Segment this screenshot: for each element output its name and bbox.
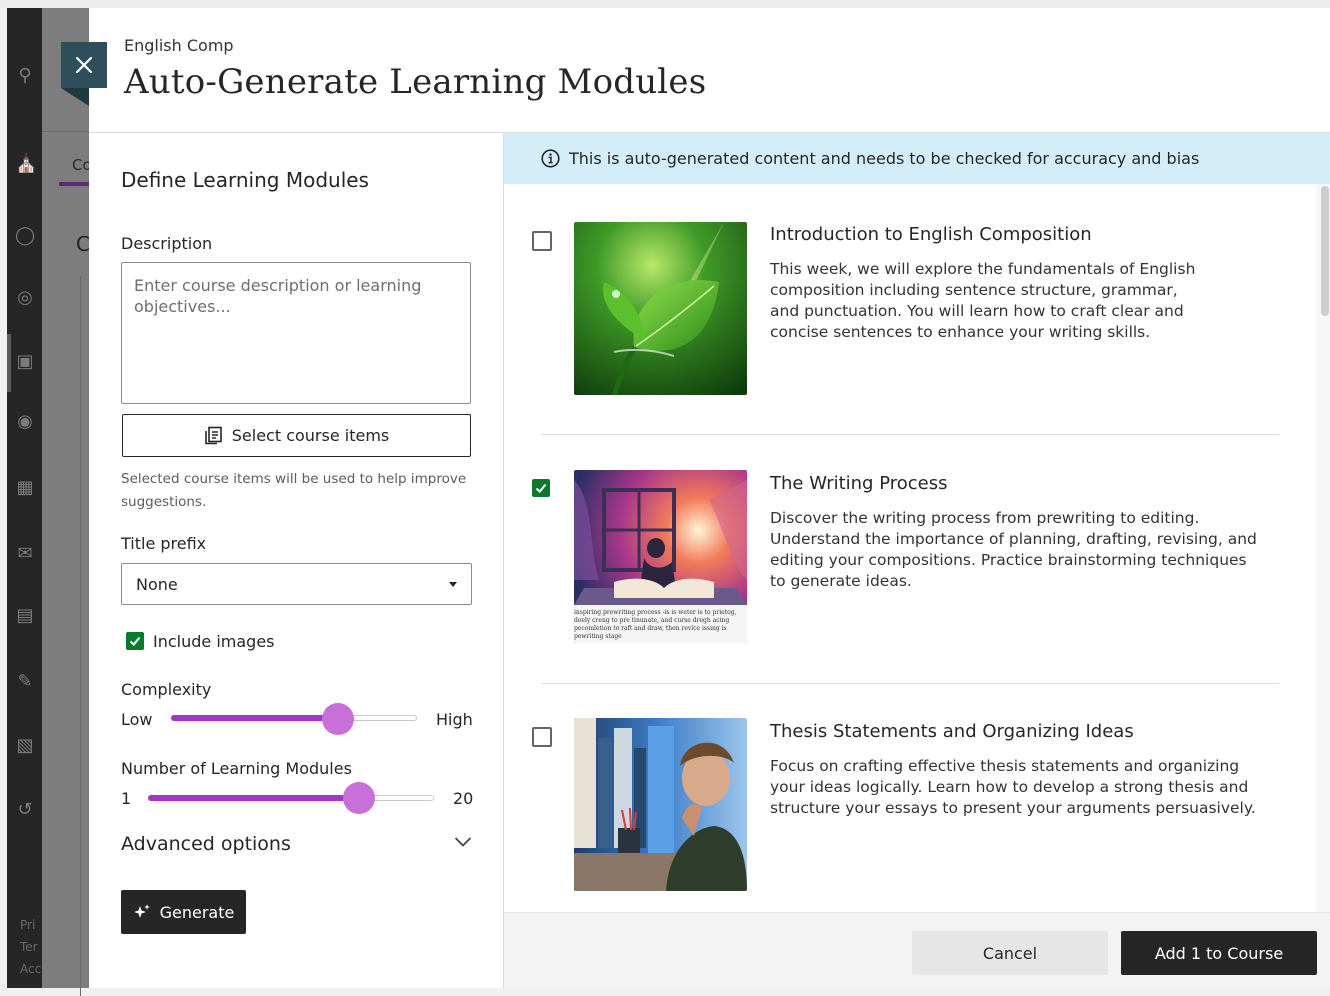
select-items-hint: Selected course items will be used to he…	[121, 471, 467, 510]
footer-link-terms: Ter	[20, 940, 38, 954]
module-3-title: Thesis Statements and Organizing Ideas	[770, 721, 1134, 742]
module-separator	[541, 683, 1279, 684]
title-prefix-select[interactable]: None	[121, 563, 472, 605]
num-modules-slider-fill	[148, 795, 359, 801]
close-button-flag	[61, 88, 89, 106]
module-2-title: The Writing Process	[770, 473, 948, 494]
grades-icon: ▤	[16, 605, 34, 626]
description-input[interactable]	[122, 263, 470, 403]
module-separator	[541, 434, 1279, 435]
cancel-button[interactable]: Cancel	[912, 931, 1108, 975]
info-icon	[541, 149, 560, 168]
select-course-items-label: Select course items	[231, 426, 390, 445]
generate-button[interactable]: Generate	[121, 890, 246, 934]
module-1-description: This week, we will explore the fundament…	[770, 260, 1196, 341]
module-2-description: Discover the writing process from prewri…	[770, 509, 1257, 590]
generate-label: Generate	[159, 902, 235, 922]
section-title: Define Learning Modules	[121, 168, 369, 192]
checkmark-icon	[129, 636, 141, 646]
footer-link-accessibility: Acc	[20, 962, 42, 976]
footer-link-privacy: Pri	[20, 918, 36, 932]
signout-icon: ↺	[17, 799, 33, 820]
page-title: Auto-Generate Learning Modules	[124, 62, 707, 102]
include-images-checkbox[interactable]	[126, 632, 144, 650]
module-3-description: Focus on crafting effective thesis state…	[770, 757, 1256, 817]
user-icon: ◯	[15, 225, 36, 246]
institution-icon: ⛪	[15, 153, 38, 174]
module-1-title: Introduction to English Composition	[770, 224, 1092, 245]
module-1-image	[574, 222, 747, 395]
module-3-checkbox[interactable]	[532, 727, 552, 747]
checkmark-icon	[535, 483, 547, 493]
document-copy-icon	[204, 426, 222, 445]
chevron-down-icon[interactable]	[454, 836, 472, 848]
background-heading: C	[76, 232, 90, 256]
sparkle-icon	[133, 904, 150, 918]
num-modules-min-label: 1	[121, 789, 132, 808]
complexity-slider-fill	[171, 715, 339, 721]
tools-icon: ✎	[17, 671, 33, 692]
complexity-label: Complexity	[121, 680, 212, 699]
search-icon: ⚲	[18, 65, 32, 86]
groups-icon: ◉	[17, 411, 33, 432]
select-course-items-button[interactable]: Select course items	[122, 414, 471, 457]
num-modules-label: Number of Learning Modules	[121, 759, 352, 778]
close-icon	[75, 56, 93, 74]
background-content: Co C	[42, 8, 92, 996]
course-name: English Comp	[124, 36, 234, 55]
background-nav: ⚲ ⛪ ◯ ◎ ▣ ◉ ▦ ✉ ▤ ✎ ▧ ↺ Pri Ter Acc	[7, 8, 42, 988]
module-2-image-caption: inspiring prewriting process -is is wete…	[574, 609, 737, 640]
module-1-checkbox[interactable]	[532, 231, 552, 251]
add-to-course-button[interactable]: Add 1 to Course	[1121, 931, 1317, 975]
column-divider	[503, 133, 504, 988]
title-prefix-value: None	[136, 575, 178, 594]
include-images-label: Include images	[153, 632, 275, 651]
description-field[interactable]	[121, 262, 471, 404]
nav-active-indicator	[7, 334, 11, 392]
module-2-checkbox[interactable]	[532, 479, 550, 497]
module-2-image: inspiring prewriting process -is is wete…	[574, 470, 747, 643]
calendar-icon: ▦	[16, 477, 34, 498]
advanced-options-toggle[interactable]: Advanced options	[121, 833, 291, 855]
description-label: Description	[121, 234, 213, 253]
background-divider	[42, 131, 90, 132]
window-top-strip	[0, 0, 1330, 8]
modules-scrollbar-thumb[interactable]	[1321, 186, 1329, 316]
caret-down-icon	[449, 582, 457, 587]
title-prefix-label: Title prefix	[121, 534, 207, 553]
info-banner-text: This is auto-generated content and needs…	[569, 149, 1200, 168]
complexity-low-label: Low	[121, 710, 153, 729]
background-tab-indicator	[59, 182, 89, 186]
globe-icon: ◎	[17, 287, 33, 308]
info-banner: This is auto-generated content and needs…	[504, 133, 1330, 184]
module-3-image	[574, 718, 747, 891]
close-button[interactable]	[61, 42, 107, 88]
courses-icon: ▣	[16, 351, 34, 372]
num-modules-slider-thumb[interactable]	[342, 782, 375, 814]
mail-icon: ✉	[17, 543, 33, 564]
complexity-high-label: High	[436, 710, 473, 729]
edit-icon: ▧	[16, 735, 34, 756]
background-vertical-line	[80, 276, 81, 996]
num-modules-max-label: 20	[453, 789, 474, 808]
